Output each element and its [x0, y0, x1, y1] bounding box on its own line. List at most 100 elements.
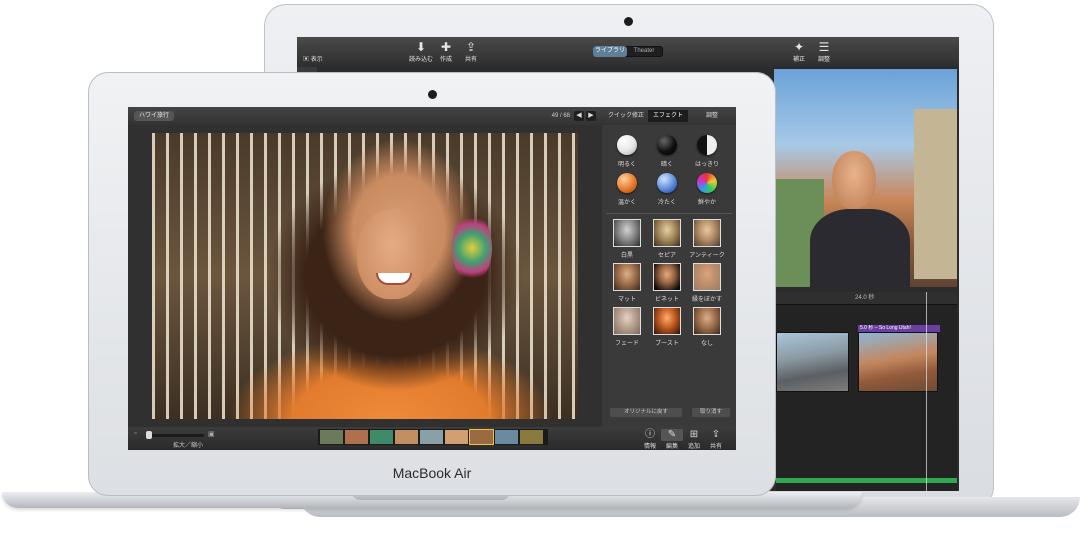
filmstrip-thumb[interactable]	[345, 430, 368, 444]
effect-label: 暗く	[660, 162, 673, 168]
filter-thumbnail	[613, 307, 641, 335]
view-button[interactable]: ▣ 表示	[303, 54, 323, 63]
view-icon: ▣	[303, 57, 310, 63]
sliders-icon: ☰	[818, 40, 830, 54]
filter-matte[interactable]: マット	[608, 263, 646, 303]
iphoto-topbar: ハワイ旅行 49 / 68 ◀ ▶ クイック修正 エフェクト 調整	[128, 107, 736, 125]
panel-divider	[606, 213, 732, 214]
filter-thumbnail	[653, 263, 681, 291]
clip-skateboard[interactable]	[776, 332, 849, 392]
zoom-label: 拡大／縮小	[172, 443, 203, 449]
filter-label: マット	[617, 297, 636, 303]
filmstrip-thumb[interactable]	[520, 430, 543, 444]
arrow-left-icon: ◀	[576, 112, 582, 119]
front-camera	[428, 90, 437, 99]
effect-saturate[interactable]: 鮮やか	[688, 173, 726, 206]
info-icon: ⓘ	[645, 429, 655, 440]
filter-thumbnail	[653, 219, 681, 247]
filter-label: セピア	[657, 253, 676, 259]
tab-quick-fix[interactable]: クイック修正	[604, 110, 648, 122]
cool-icon	[657, 173, 677, 193]
filter-boost[interactable]: ブースト	[648, 307, 686, 347]
tab-theater[interactable]: Theater	[627, 46, 661, 57]
movie-viewer	[774, 69, 957, 287]
effect-label: 冷たく	[657, 200, 676, 206]
brighten-icon	[617, 135, 637, 155]
view-switcher: ライブラリ Theater	[593, 46, 663, 57]
effect-warm[interactable]: 温かく	[608, 173, 646, 206]
title-clip[interactable]: 5.0 秒 – So Long Utah!	[858, 325, 940, 332]
filter-vignette[interactable]: ビネット	[648, 263, 686, 303]
arrow-right-icon: ▶	[588, 112, 594, 119]
filter-thumbnail	[613, 263, 641, 291]
effect-darken[interactable]: 暗く	[648, 135, 686, 168]
share-button[interactable]: ⇪ 共有	[451, 40, 491, 63]
zoom-slider-knob[interactable]	[146, 431, 152, 439]
info-label: 情報	[643, 444, 656, 450]
filter-label: 縁をぼかす	[691, 297, 722, 303]
saturate-icon	[697, 173, 717, 193]
filmstrip-thumb[interactable]	[320, 430, 343, 444]
view-label: 表示	[310, 57, 323, 63]
ruler-time: 24.0 秒	[855, 295, 875, 301]
undo-button[interactable]: 取り消す	[692, 408, 730, 417]
filter-label: ビネット	[654, 297, 679, 303]
filter-edge-blur[interactable]: 縁をぼかす	[688, 263, 726, 303]
adjust-button[interactable]: ☰ 調整	[804, 40, 844, 63]
share-icon: ⇪	[711, 429, 721, 440]
viewer-face	[832, 151, 876, 209]
photo-flowers	[452, 213, 492, 283]
album-back-button[interactable]: ハワイ旅行	[134, 111, 175, 121]
main-photo[interactable]	[152, 133, 578, 419]
filter-thumbnail	[693, 307, 721, 335]
filmstrip-thumb[interactable]	[370, 430, 393, 444]
effect-brighten[interactable]: 明るく	[608, 135, 646, 168]
filter-label: 白黒	[620, 253, 633, 259]
filter-thumbnail	[653, 307, 681, 335]
filmstrip-thumb-selected[interactable]	[469, 429, 494, 445]
filmstrip-thumb[interactable]	[445, 430, 468, 444]
audio-track[interactable]	[776, 478, 957, 483]
effect-cool[interactable]: 冷たく	[648, 173, 686, 206]
info-button[interactable]: ⓘ 情報	[639, 429, 661, 450]
back-camera	[624, 17, 633, 26]
filter-label: アンティーク	[689, 253, 725, 259]
tab-effects[interactable]: エフェクト	[648, 110, 688, 122]
prev-photo-button[interactable]: ◀	[574, 111, 584, 121]
filmstrip[interactable]	[318, 429, 548, 445]
effect-label: 鮮やか	[697, 200, 716, 206]
tab-adjust[interactable]: 調整	[690, 110, 734, 122]
filter-bw[interactable]: 白黒	[608, 219, 646, 259]
filmstrip-thumb[interactable]	[395, 430, 418, 444]
filter-label: フェード	[614, 341, 639, 347]
zoom-in-icon[interactable]: ▣	[208, 430, 215, 438]
tab-library[interactable]: ライブラリ	[593, 46, 627, 57]
share-button-front[interactable]: ⇪ 共有	[705, 429, 727, 450]
next-photo-button[interactable]: ▶	[586, 111, 596, 121]
effect-contrast[interactable]: はっきり	[688, 135, 726, 168]
revert-button[interactable]: オリジナルに戻す	[610, 408, 682, 417]
share-label: 共有	[464, 57, 477, 63]
viewer-map	[914, 109, 957, 279]
filter-thumbnail	[613, 219, 641, 247]
filter-sepia[interactable]: セピア	[648, 219, 686, 259]
photo-face	[357, 209, 427, 299]
bottom-toolbar: ▫ ▣ 拡大／縮小 ⓘ 情報 ✎ 編集 ⊞ 追加 ⇪ 共有	[128, 427, 736, 450]
edit-button[interactable]: ✎ 編集	[661, 429, 683, 450]
filter-antique[interactable]: アンティーク	[688, 219, 726, 259]
filmstrip-thumb[interactable]	[495, 430, 518, 444]
contrast-icon	[697, 135, 717, 155]
playhead[interactable]	[926, 292, 927, 491]
filmstrip-thumb[interactable]	[420, 430, 443, 444]
share-label: 共有	[709, 444, 722, 450]
viewer-person-body	[810, 209, 910, 287]
filter-thumbnail	[693, 219, 721, 247]
edit-label: 編集	[665, 444, 678, 450]
zoom-out-icon[interactable]: ▫	[134, 430, 136, 437]
darken-icon	[657, 135, 677, 155]
filter-label: ブースト	[655, 341, 679, 347]
add-button[interactable]: ⊞ 追加	[683, 429, 705, 450]
filter-fade[interactable]: フェード	[608, 307, 646, 347]
zoom-slider[interactable]	[146, 434, 204, 437]
filter-none[interactable]: なし	[688, 307, 726, 347]
